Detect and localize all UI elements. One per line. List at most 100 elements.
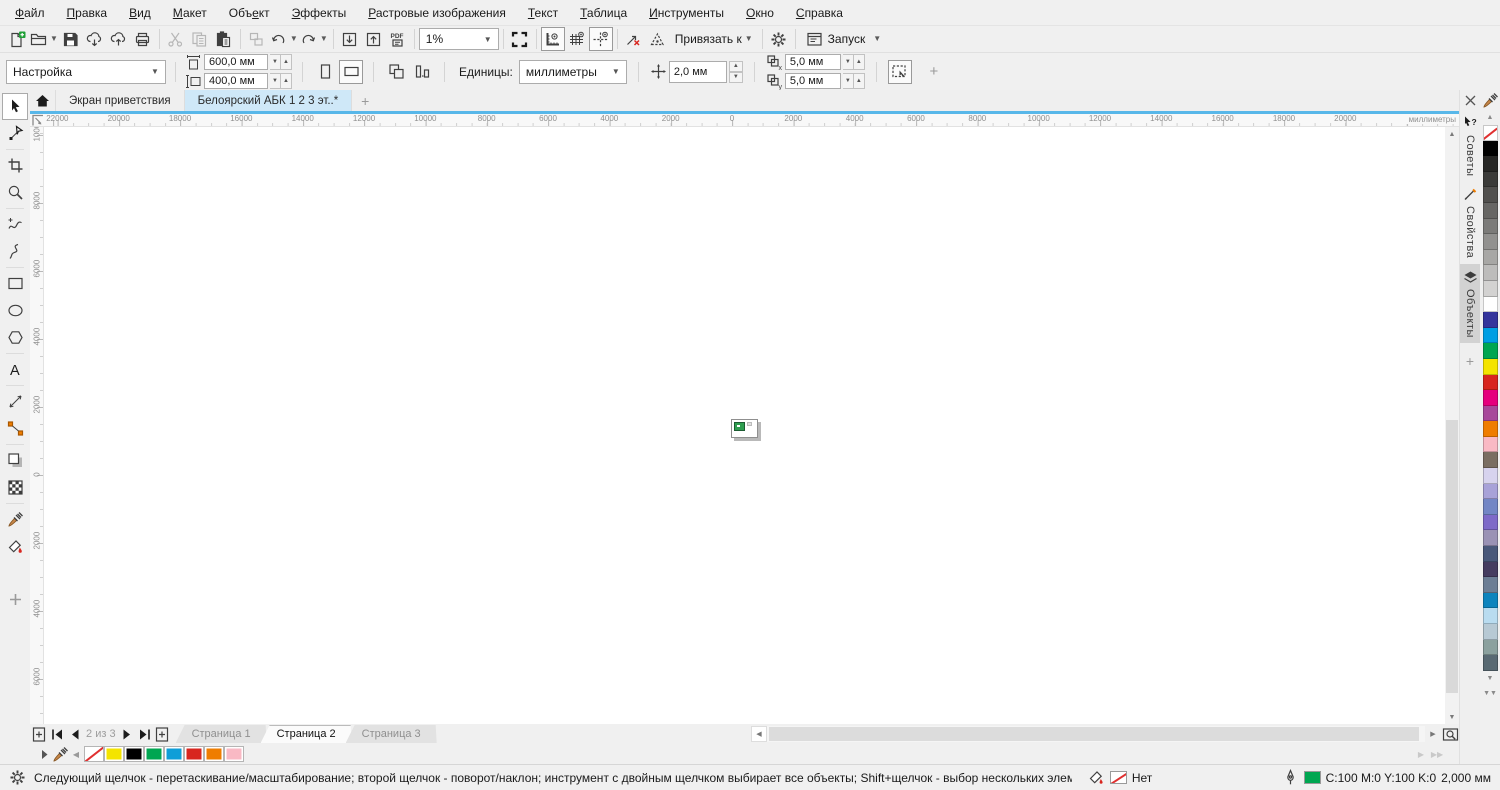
- add-page-start-button[interactable]: [30, 725, 48, 743]
- color-swatch[interactable]: [1482, 499, 1498, 515]
- page-tab[interactable]: Страница 3: [346, 725, 437, 743]
- color-swatch[interactable]: [1482, 296, 1498, 313]
- color-swatch[interactable]: [104, 746, 124, 762]
- tool-rectangle[interactable]: [2, 270, 28, 297]
- color-swatch[interactable]: [124, 746, 144, 762]
- palette-expand-button[interactable]: ▶▶: [1429, 746, 1445, 762]
- vertical-scroll-thumb[interactable]: [1446, 419, 1458, 693]
- palette-expand-button[interactable]: ▼▼: [1480, 686, 1500, 701]
- page-preset-combo[interactable]: Настройка ▼: [6, 59, 166, 84]
- nudge-spinner[interactable]: ▲ ▼: [728, 60, 743, 83]
- tool-pick[interactable]: [2, 93, 28, 120]
- document-tab[interactable]: Белоярский АБК 1 2 3 эт..*: [184, 90, 353, 111]
- chevron-down-icon[interactable]: ▼: [290, 35, 298, 43]
- gear-icon[interactable]: [9, 769, 26, 786]
- color-swatch[interactable]: [1482, 452, 1498, 469]
- treat-as-filled-button[interactable]: [887, 59, 912, 84]
- tool-curve[interactable]: [2, 238, 28, 265]
- color-swatch[interactable]: [1482, 218, 1498, 235]
- color-swatch[interactable]: [1482, 592, 1498, 609]
- color-swatch[interactable]: [1482, 530, 1498, 547]
- color-swatch[interactable]: [1482, 343, 1498, 359]
- navigator-button[interactable]: [1441, 725, 1459, 743]
- guidelines-button[interactable]: [588, 27, 613, 51]
- print-button[interactable]: [131, 27, 155, 51]
- color-swatch[interactable]: [1482, 468, 1498, 484]
- scroll-left-arrow[interactable]: ◀: [751, 726, 767, 742]
- palette-flyout-button[interactable]: [36, 746, 52, 762]
- palette-scroll-down[interactable]: ▼: [1480, 671, 1500, 686]
- menu-правка[interactable]: Правка: [56, 2, 119, 24]
- tool-zoom-tool[interactable]: [2, 179, 28, 206]
- color-swatch[interactable]: [1482, 624, 1498, 640]
- color-swatch[interactable]: [1482, 202, 1498, 219]
- menu-макет[interactable]: Макет: [162, 2, 218, 24]
- color-swatch[interactable]: [1482, 265, 1498, 281]
- page-height-spinner[interactable]: ▼ ▲: [270, 73, 292, 89]
- all-pages-button[interactable]: [384, 60, 408, 84]
- chevron-down-icon[interactable]: ▼: [320, 35, 328, 43]
- tool-shape[interactable]: [2, 120, 28, 147]
- fullscreen-button[interactable]: [508, 27, 532, 51]
- color-swatch[interactable]: [1482, 561, 1498, 578]
- color-swatch[interactable]: [1482, 608, 1498, 624]
- duplicate-y-input[interactable]: 5,0 мм: [784, 73, 841, 89]
- vertical-scroll-track[interactable]: [1445, 141, 1459, 710]
- last-page-button[interactable]: [136, 725, 154, 743]
- palette-eyedropper-button[interactable]: [52, 746, 68, 762]
- chevron-down-icon[interactable]: ▼: [147, 63, 163, 81]
- color-swatch[interactable]: [1482, 655, 1498, 671]
- zoom-level-combo[interactable]: 1% ▼: [418, 28, 499, 50]
- color-swatch[interactable]: [144, 746, 164, 762]
- undo-button[interactable]: ▼: [269, 27, 299, 51]
- duplicate-y-spinner[interactable]: ▼ ▲: [842, 73, 865, 89]
- color-swatch[interactable]: [1482, 156, 1498, 172]
- add-page-end-button[interactable]: [154, 725, 172, 743]
- first-page-button[interactable]: [48, 725, 66, 743]
- current-page-button[interactable]: [410, 60, 434, 84]
- cloud-upload-button[interactable]: [107, 27, 131, 51]
- vertical-ruler[interactable]: 10000 8000 6000 4000 2000 0 2000 4000 6000: [30, 127, 44, 724]
- horizontal-scroll-track[interactable]: [767, 726, 1425, 742]
- close-docker-button[interactable]: [1460, 90, 1480, 110]
- color-swatch[interactable]: [1482, 234, 1498, 250]
- page-width-input[interactable]: 600,0 мм: [204, 54, 268, 70]
- page-tab[interactable]: Страница 1: [176, 725, 267, 743]
- tool-connector[interactable]: [2, 415, 28, 442]
- no-color-swatch[interactable]: [1482, 125, 1498, 141]
- new-document-tab-button[interactable]: +: [352, 90, 378, 111]
- chevron-down-icon[interactable]: ▼: [50, 35, 58, 43]
- landscape-button[interactable]: [339, 59, 363, 84]
- color-swatch[interactable]: [204, 746, 224, 762]
- color-swatch[interactable]: [1482, 171, 1498, 188]
- color-swatch[interactable]: [1482, 249, 1498, 266]
- portrait-button[interactable]: [313, 60, 337, 84]
- previous-page-button[interactable]: [66, 725, 84, 743]
- menu-эффекты[interactable]: Эффекты: [281, 2, 358, 24]
- menu-файл[interactable]: Файл: [4, 2, 56, 24]
- tool-interactive-fill[interactable]: [2, 533, 28, 560]
- color-swatch[interactable]: [1482, 140, 1498, 157]
- outline-status[interactable]: C:100 M:0 Y:100 K:0 2,000 мм: [1282, 769, 1491, 786]
- scroll-up-arrow[interactable]: ▲: [1445, 127, 1459, 141]
- color-swatch[interactable]: [1482, 187, 1498, 203]
- color-swatch[interactable]: [1482, 312, 1498, 328]
- duplicate-x-spinner[interactable]: ▼ ▲: [842, 54, 865, 70]
- open-folder-button[interactable]: ▼: [29, 27, 59, 51]
- rulers-button[interactable]: [540, 27, 565, 51]
- color-swatch[interactable]: [1482, 514, 1498, 531]
- color-swatch[interactable]: [1482, 546, 1498, 562]
- pdf-button[interactable]: PDF: [386, 27, 410, 51]
- horizontal-scroll-thumb[interactable]: [769, 727, 1419, 741]
- import-button[interactable]: [338, 27, 362, 51]
- next-page-button[interactable]: [118, 725, 136, 743]
- page-tab[interactable]: Страница 2: [261, 725, 352, 743]
- color-swatch[interactable]: [1482, 327, 1498, 344]
- color-swatch[interactable]: [1482, 374, 1498, 391]
- grid-button[interactable]: [565, 27, 589, 51]
- home-button[interactable]: [30, 90, 56, 111]
- duplicate-x-input[interactable]: 5,0 мм: [784, 54, 841, 70]
- tool-ellipse[interactable]: [2, 297, 28, 324]
- chevron-down-icon[interactable]: ▼: [608, 63, 624, 81]
- color-swatch[interactable]: [1482, 421, 1498, 437]
